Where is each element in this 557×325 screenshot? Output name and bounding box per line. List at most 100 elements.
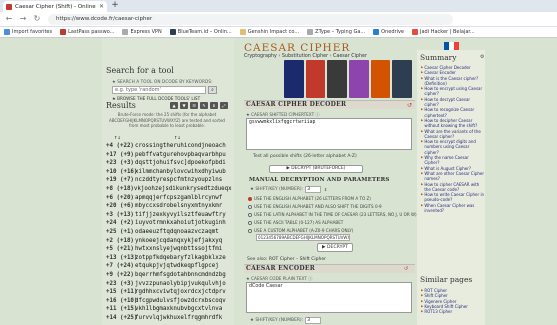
bookmark-ztype[interactable]: ZType – Typing Ga... [307,29,365,35]
alphabet-radio-option[interactable]: USE A CUSTOM ALPHABET (A-Z0-9 CHARS ONLY… [248,228,353,233]
result-row[interactable]: +23 (+3) jvvzzpunaolybipjvukqulvhjo [106,280,230,289]
radio-button[interactable] [248,212,252,217]
result-row[interactable]: +5 (+21) hwtxxnslyejwqnbttssojtfmi [106,245,230,254]
custom-alphabet-input[interactable]: 0123456789ABCDEFGHIJKLMNOPQRSTUVWXYZ [256,234,350,241]
sort-key-column[interactable]: ↑↓ [114,135,121,141]
share-icon[interactable]: ↺ [404,266,408,272]
ad-thumbnail[interactable] [392,60,413,98]
radio-button[interactable] [248,220,252,225]
decrypt-button[interactable]: ▶ DECRYPT [317,243,353,252]
radio-label: USE THE ENGLISH ALPHABET (26 LETTERS FRO… [254,196,371,201]
advertisement-banner[interactable] [284,60,413,98]
ciphertext-input[interactable]: gsvwwmkxlixfqgcrtwriiap [246,118,412,150]
result-row[interactable]: +24 (+2) iuyvotrmnkxahoiutjotkuginh [106,219,230,228]
breadcrumb-cryptography[interactable]: Cryptography [244,54,277,59]
sort-text-column[interactable]: ↑↓ [174,135,181,141]
alphabet-radio-option[interactable]: USE THE LATIN ALPHABET IN THE TIME OF CA… [248,212,417,217]
result-row[interactable]: +20 (+6) mbyccxsdrobelsnyxmtnyxkmr [106,202,230,211]
breadcrumb-caesar[interactable]: Caesar Cipher [333,54,367,59]
summary-link[interactable]: How to recognize Caesar ciphertext? [421,107,485,118]
result-row[interactable]: +23 (+3) dqsttjohuifsvc]dpoekofpbdi [106,159,230,168]
result-row[interactable]: +8 (+18) vkjoohzejsdikunkrysedtzdueqx [106,185,232,194]
list-icon[interactable]: ☰ [190,102,198,109]
alphabet-radio-option[interactable]: USE THE ASCII TABLE (0-127) AS ALPHABET [248,220,343,225]
result-row[interactable]: +6 (+20) apmqqjerfcpszgamlblrcynwf [106,194,230,203]
result-row[interactable]: +14 (+25) furvvlqjwkhuxelfrqgmhrdfk [106,314,230,323]
summary-link[interactable]: Why the name Caesar Cipher? [421,155,485,166]
page-icon [307,29,314,35]
result-text: tifjjzexkyvyilsztfeuawftry [135,211,226,218]
search-icon[interactable]: ⌕ [208,86,217,94]
close-tab-icon[interactable]: ✕ [99,3,104,10]
result-row[interactable]: +3 (+13) tifjjzexkyvyilsztfeuawftry [106,211,230,220]
decrypt-bruteforce-button[interactable]: ▶ DECRYPT (BRUTEFORCE) [269,165,363,173]
result-row[interactable]: +19 (+7) nczddtyrespcfmtnzyoupzlns [106,176,230,185]
url-field[interactable]: https://www.dcode.fr/caesar-cipher [48,14,453,25]
summary-link[interactable]: When Caesar Cipher was invented? [421,203,485,214]
result-text: furvvlqjwkhuxelfrqgmhrdfk [135,314,223,321]
encoder-shift-input[interactable]: 3 [305,317,322,324]
browser-tab[interactable]: Caesar Cipher (Shift) - Online Dec ✕ [3,1,107,12]
summary-link[interactable]: What are the variants of the Caesar ciph… [421,129,485,140]
see-also-shift-link[interactable]: Shift Cipher [300,257,326,262]
share-icon[interactable]: ↺ [407,102,412,109]
back-icon[interactable]: ← [4,14,14,24]
expand-icon[interactable]: ⤢ [220,102,228,109]
new-tab-button[interactable]: + [110,1,120,11]
ad-thumbnail[interactable] [370,60,391,98]
summary-link[interactable]: How to cipher CAESAR with the Caesar cod… [421,182,485,193]
alphabet-radio-option[interactable]: USE THE ENGLISH ALPHABET AND ALSO SHIFT … [248,204,382,209]
result-row[interactable]: +9 (+22) bqerrhmfsgdotahbnncmdndzbg [106,271,230,280]
bookmark-blueteam[interactable]: BlueTeam.id – Onlin... [169,29,232,35]
result-row[interactable]: +11 (+15) vkh1lbgmaxknubvbgcxtvlnva [106,305,230,314]
stepper-icon[interactable]: ⇕ [323,187,328,193]
summary-link[interactable]: How to encrypt digits and numbers using … [421,139,485,155]
bookmark-import-favorites[interactable]: Import favorites [4,29,52,35]
search-tool-label: ★ SEARCH A TOOL ON DCODE BY KEYWORDS: [112,79,213,84]
tool-search-input[interactable]: e.g. type 'random' [112,86,206,94]
onedrive-icon [373,29,380,35]
ad-thumbnail[interactable] [305,60,326,98]
similar-page-link[interactable]: ROT13 Cipher [421,309,485,314]
bookmark-onedrive[interactable]: Onedrive [373,29,404,35]
edit-icon[interactable]: ✎ [200,102,208,109]
bookmark-lastpass[interactable]: LastPass passwo... [60,29,114,35]
result-row[interactable]: +17 (+9) pebffvatgurehovpbaqvarbhpu [106,151,230,160]
breadcrumb-substitution[interactable]: Substitution Cipher [282,54,328,59]
reload-icon[interactable]: ↻ [32,14,42,24]
result-row[interactable]: +15 (+11) rgdhhxcviwtqjoxrdcxjctdprv [106,288,230,297]
result-shift: +10 (+16) [106,168,138,175]
scroll-up-icon[interactable]: ▲ [170,102,178,109]
bookmark-jadi-hacker[interactable]: Jadi Hacker | Belajar... [412,29,475,35]
gear-icon[interactable]: ⚙ [480,55,485,60]
summary-link[interactable]: What are other Caesar Cipher names? [421,171,485,182]
summary-link[interactable]: How to write Caesar Cipher in pseudo-cod… [421,192,485,203]
result-row[interactable]: +7 (+24) etqukpjvjqtwdkeqpflgpcej [106,262,230,271]
ad-thumbnail[interactable] [349,60,369,98]
summary-link[interactable]: How to encrypt using Caesar cipher? [421,86,485,97]
result-row[interactable]: +13 (+13) zotppfkdqebaryfzlkagbklxze [106,254,230,263]
radio-button[interactable] [248,196,252,201]
ad-thumbnail[interactable] [327,60,348,98]
result-row[interactable]: +16 (+10) dfcgpwdulvsfjowzdcrxbscoqv [106,297,230,306]
radio-button[interactable] [248,204,252,209]
summary-link-label: How to encrypt using Caesar cipher? [424,86,483,97]
summary-link[interactable]: What is the Caesar cipher? (Definition) [421,76,485,87]
result-row[interactable]: +2 (+18) ynkoeejcqdanqxykjefjakxyq [106,237,230,246]
plaintext-input[interactable]: dCode Caesar [246,282,412,313]
bookmark-expressvpn[interactable]: Express VPN [122,29,162,35]
summary-link[interactable]: How to decrypt Caesar cipher? [421,97,485,108]
bookmark-genshin[interactable]: Genshin Impact co... [239,29,299,35]
result-row[interactable]: +25 (+1) odaeeuzftqdqnoaazvczaqmt [106,228,230,237]
shift-key-input[interactable]: 3 [305,186,322,193]
see-also-rot-link[interactable]: ROT Cipher [269,257,295,262]
scroll-down-icon[interactable]: ▼ [180,102,188,109]
radio-button[interactable] [248,228,252,233]
summary-link[interactable]: How to decipher Caesar without knowing t… [421,118,485,129]
forward-icon[interactable]: → [18,14,28,24]
alphabet-radio-option[interactable]: USE THE ENGLISH ALPHABET (26 LETTERS FRO… [248,196,371,201]
result-row[interactable]: +10 (+16) xilmmchanbylovcwihxdhyiwub [106,168,230,177]
ad-thumbnail[interactable] [284,60,304,98]
download-icon[interactable]: ⬇ [210,102,218,109]
result-row[interactable]: +4 (+22) crossingtheruhicondjneoach [106,142,230,151]
